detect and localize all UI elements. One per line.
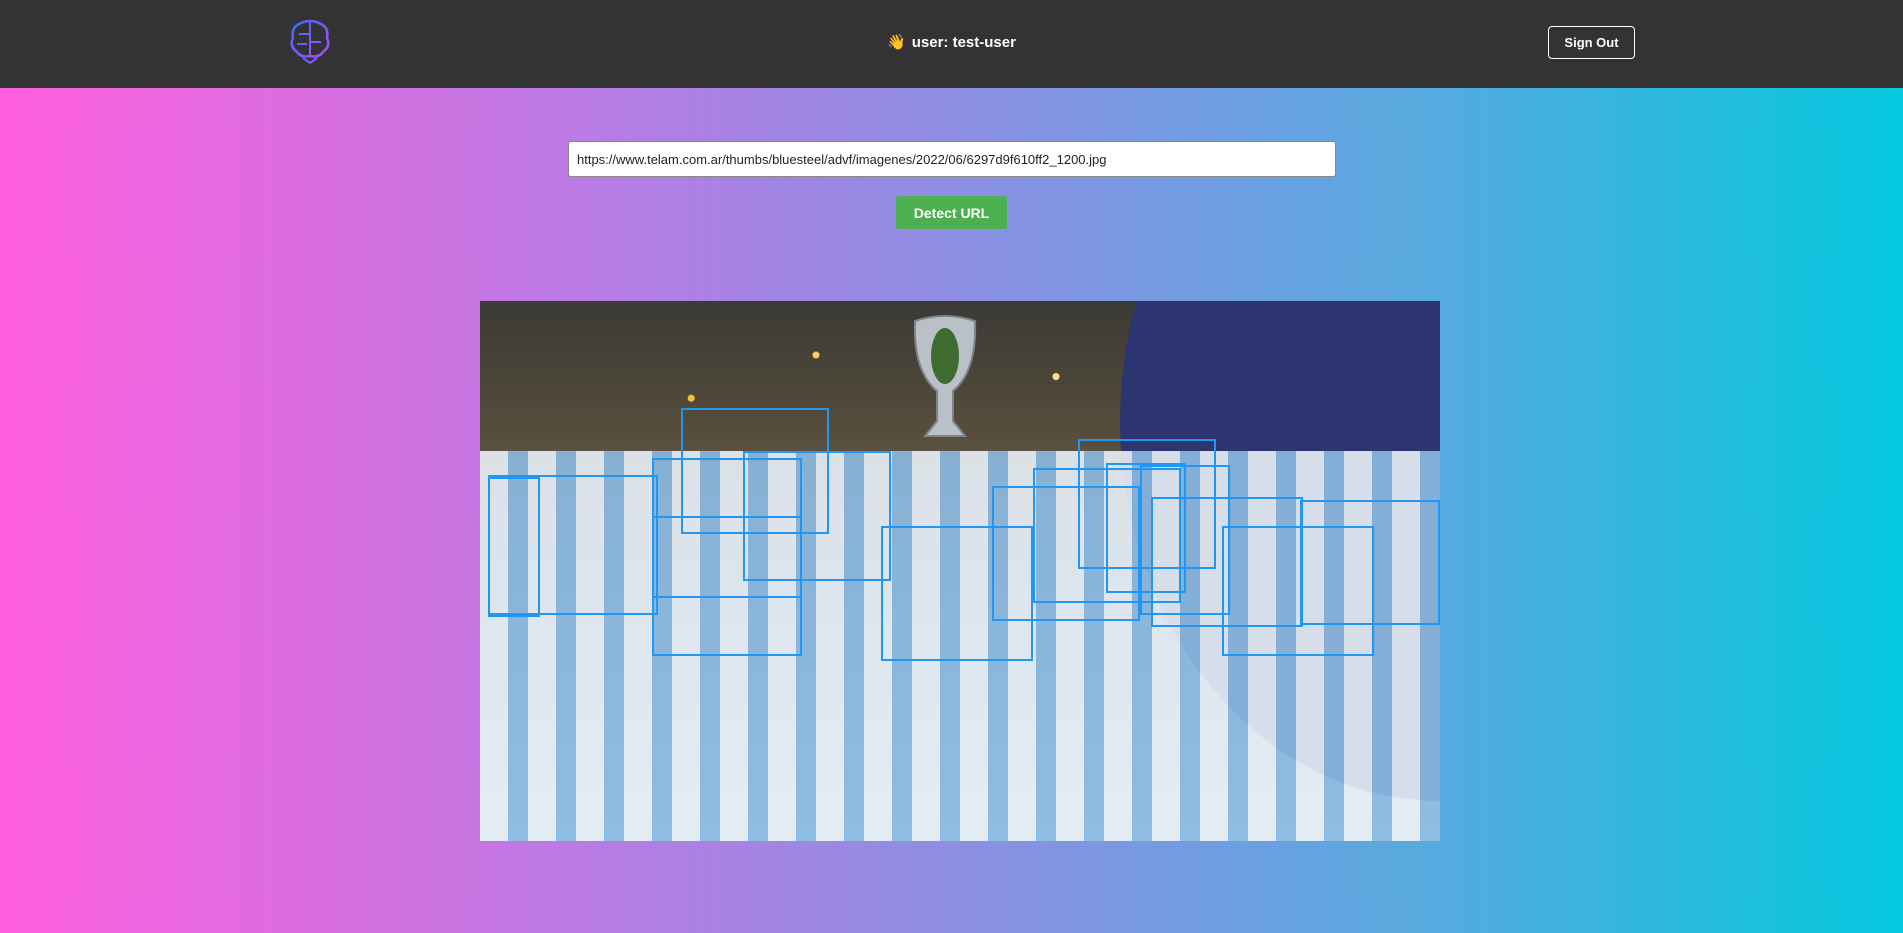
face-bounding-box (1300, 500, 1440, 625)
face-bounding-box (1140, 465, 1230, 615)
greeting-text: user: test-user (911, 34, 1016, 51)
image-url-input[interactable] (568, 141, 1336, 177)
face-bounding-box (488, 477, 540, 617)
waving-hand-icon: 👋 (887, 34, 906, 51)
face-bounding-box (652, 516, 802, 656)
sign-out-button[interactable]: Sign Out (1548, 26, 1635, 59)
trophy-image (913, 315, 977, 437)
top-navigation-bar: 👋 user: test-user Sign Out (0, 0, 1903, 88)
detection-result-image (480, 301, 1440, 841)
detect-url-button[interactable]: Detect URL (896, 196, 1007, 229)
